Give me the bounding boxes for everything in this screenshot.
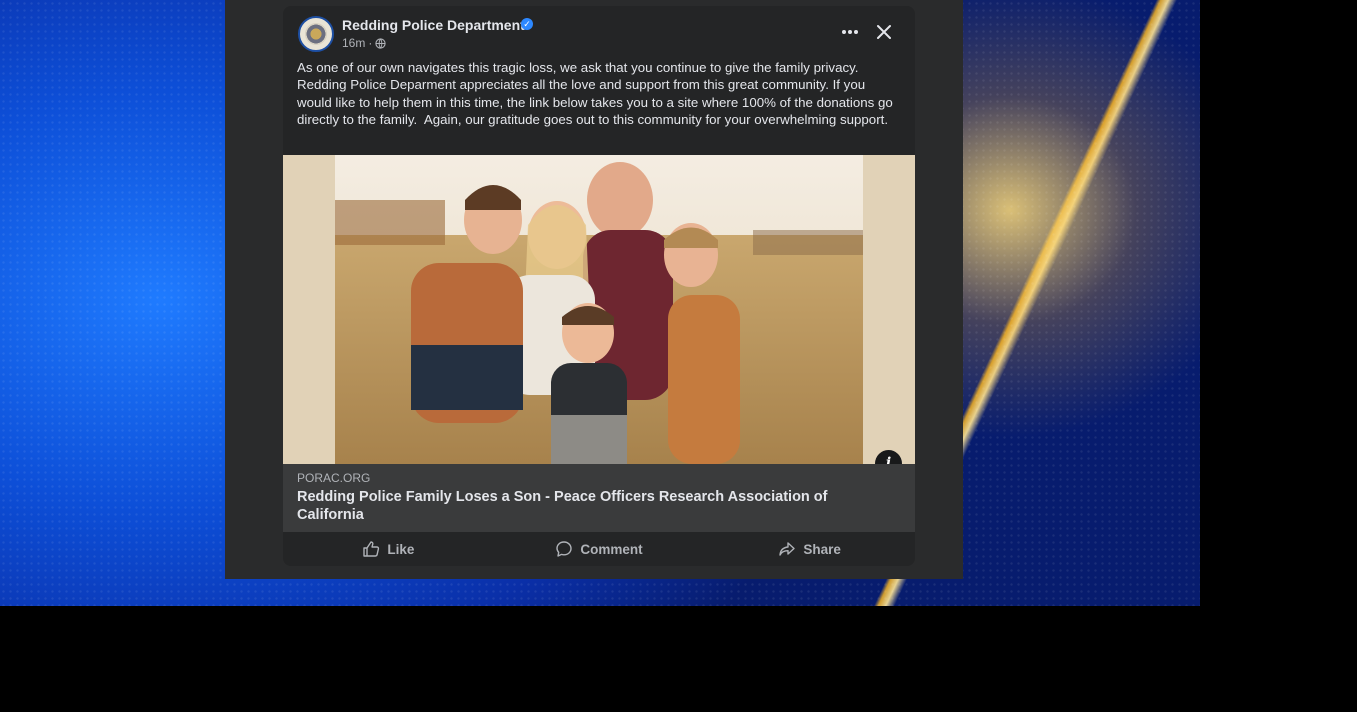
close-icon[interactable] — [873, 21, 895, 43]
link-domain: PORAC.ORG — [297, 471, 371, 485]
share-button[interactable]: Share — [704, 532, 915, 566]
post-time[interactable]: 16m — [342, 36, 365, 50]
share-label: Share — [803, 541, 841, 557]
like-label: Like — [387, 541, 415, 557]
comment-label: Comment — [580, 541, 643, 557]
verified-badge-icon: ✓ — [521, 18, 533, 30]
page-name[interactable]: Redding Police Department — [342, 17, 525, 33]
thumbs-up-icon — [363, 541, 380, 557]
facebook-post: Redding Police Department ✓ 16m · As one… — [283, 6, 915, 566]
meta-separator: · — [368, 36, 373, 50]
comment-bubble-icon — [556, 541, 573, 557]
globe-icon — [375, 37, 386, 49]
page-avatar[interactable] — [298, 16, 334, 52]
more-options-icon[interactable] — [839, 22, 861, 42]
link-preview[interactable]: PORAC.ORG Redding Police Family Loses a … — [283, 464, 915, 532]
comment-button[interactable]: Comment — [494, 532, 705, 566]
post-body-text: As one of our own navigates this tragic … — [297, 60, 893, 127]
post-header: Redding Police Department ✓ 16m · — [283, 6, 915, 60]
action-bar: Like Comment Share — [283, 532, 915, 566]
like-button[interactable]: Like — [283, 532, 494, 566]
post-meta: 16m · — [342, 36, 386, 50]
family-photo[interactable] — [283, 155, 915, 464]
share-arrow-icon — [779, 542, 796, 556]
police-seal-icon — [305, 23, 327, 45]
link-title: Redding Police Family Loses a Son - Peac… — [297, 489, 828, 523]
